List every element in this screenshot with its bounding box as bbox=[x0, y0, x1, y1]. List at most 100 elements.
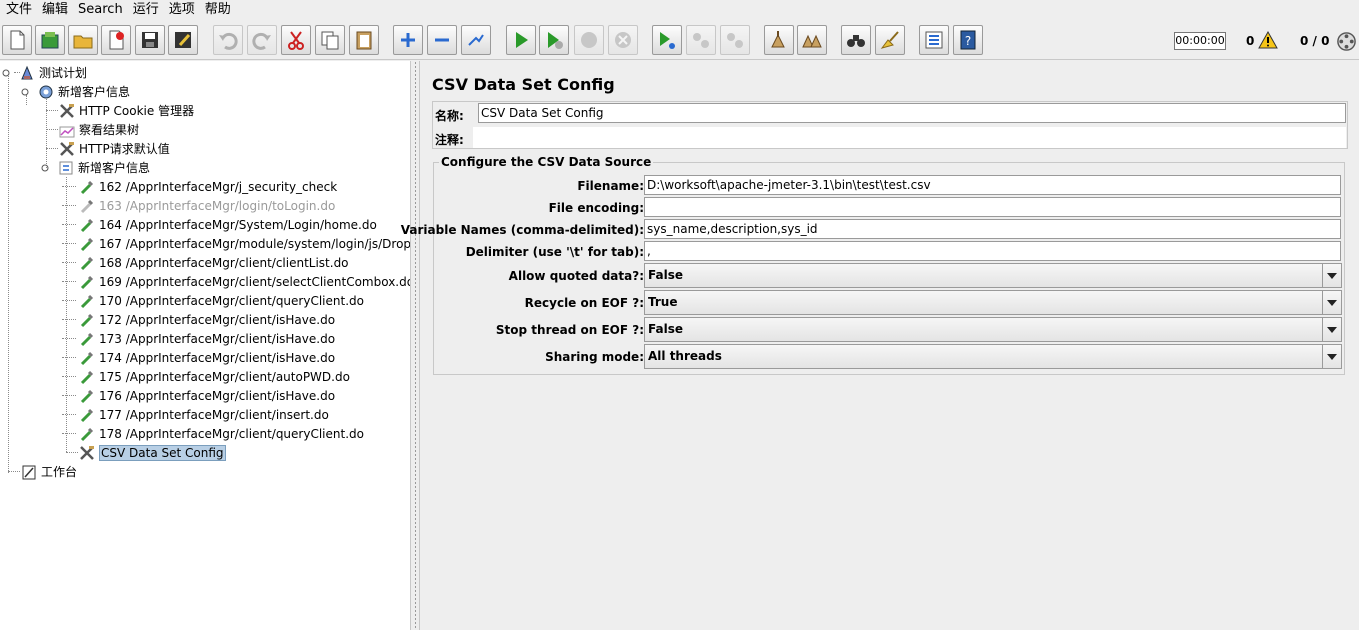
stop-thread-eof-select[interactable]: False bbox=[644, 317, 1342, 342]
paste-button[interactable] bbox=[349, 25, 379, 55]
allow-quoted-select[interactable]: False bbox=[644, 263, 1342, 288]
stop-button[interactable] bbox=[574, 25, 604, 55]
search-button[interactable] bbox=[841, 25, 871, 55]
play-icon bbox=[516, 32, 528, 48]
plus-icon bbox=[401, 33, 415, 47]
remote-shutdown-button[interactable] bbox=[720, 25, 750, 55]
undo-button[interactable] bbox=[213, 25, 243, 55]
start-no-pauses-button[interactable] bbox=[539, 25, 569, 55]
close-file-icon bbox=[109, 30, 124, 50]
cut-button[interactable] bbox=[281, 25, 311, 55]
tools-icon bbox=[58, 102, 76, 120]
file-encoding-label: File encoding: bbox=[548, 201, 644, 215]
http-sampler-pipette-icon bbox=[78, 178, 96, 196]
minus-icon bbox=[435, 38, 449, 42]
menu-help[interactable]: 帮助 bbox=[201, 0, 237, 20]
remote-shutdown-icon bbox=[727, 33, 743, 48]
variable-names-input[interactable]: sys_name,description,sys_id bbox=[644, 219, 1341, 239]
tools-icon bbox=[58, 140, 76, 158]
copy-button[interactable] bbox=[315, 25, 345, 55]
chevron-down-icon[interactable] bbox=[1322, 345, 1341, 368]
tree-node-sampler[interactable]: 175 /ApprInterfaceMgr/client/autoPWD.do bbox=[78, 367, 350, 386]
comment-field[interactable] bbox=[473, 127, 1346, 148]
http-sampler-pipette-icon bbox=[78, 197, 96, 215]
http-sampler-pipette-icon bbox=[78, 273, 96, 291]
csv-config-panel: CSV Data Set Config 名称: CSV Data Set Con… bbox=[401, 61, 1359, 630]
collapse-handle-icon[interactable] bbox=[41, 164, 49, 172]
collapse-button[interactable] bbox=[427, 25, 457, 55]
menu-search[interactable]: Search bbox=[74, 0, 129, 20]
remote-start-button[interactable] bbox=[652, 25, 682, 55]
tree-node-sampler[interactable]: 170 /ApprInterfaceMgr/client/queryClient… bbox=[78, 291, 364, 310]
test-plan-tree[interactable]: 测试计划 新增客户信息 HTTP Cookie 管理器 察看结果树 HTTP请求… bbox=[0, 61, 410, 630]
delimiter-input[interactable]: , bbox=[644, 241, 1341, 261]
delimiter-label: Delimiter (use '\t' for tab): bbox=[465, 245, 644, 259]
toggle-button[interactable] bbox=[461, 25, 491, 55]
clear-all-button[interactable] bbox=[797, 25, 827, 55]
chevron-down-icon[interactable] bbox=[1322, 291, 1341, 314]
http-sampler-pipette-icon bbox=[78, 406, 96, 424]
sweep-icon bbox=[880, 31, 899, 49]
tree-node-sampler[interactable]: 176 /ApprInterfaceMgr/client/isHave.do bbox=[78, 386, 335, 405]
start-button[interactable] bbox=[506, 25, 536, 55]
tree-node-sampler[interactable]: 178 /ApprInterfaceMgr/client/queryClient… bbox=[78, 424, 364, 443]
chevron-down-icon[interactable] bbox=[1322, 318, 1341, 341]
comment-label: 注释: bbox=[435, 133, 464, 147]
http-sampler-pipette-icon bbox=[78, 216, 96, 234]
tree-node-sampler[interactable]: 174 /ApprInterfaceMgr/client/isHave.do bbox=[78, 348, 335, 367]
filename-input[interactable]: D:\worksoft\apache-jmeter-3.1\bin\test\t… bbox=[644, 175, 1341, 195]
name-field[interactable]: CSV Data Set Config bbox=[478, 103, 1346, 123]
remote-stop-button[interactable] bbox=[686, 25, 716, 55]
sharing-mode-select[interactable]: All threads bbox=[644, 344, 1342, 369]
clear-button[interactable] bbox=[764, 25, 794, 55]
menu-edit[interactable]: 编辑 bbox=[38, 0, 74, 20]
save-button[interactable] bbox=[135, 25, 165, 55]
reset-search-button[interactable] bbox=[875, 25, 905, 55]
tree-node-sampler[interactable]: 169 /ApprInterfaceMgr/client/selectClien… bbox=[78, 272, 410, 291]
redo-button[interactable] bbox=[247, 25, 277, 55]
tree-node-sampler[interactable]: 164 /ApprInterfaceMgr/System/Login/home.… bbox=[78, 215, 377, 234]
collapse-handle-icon[interactable] bbox=[2, 69, 10, 77]
tree-node-view-results-tree[interactable]: 察看结果树 bbox=[58, 120, 139, 139]
close-button[interactable] bbox=[101, 25, 131, 55]
tree-node-cookie-manager[interactable]: HTTP Cookie 管理器 bbox=[58, 101, 194, 120]
variable-names-label: Variable Names (comma-delimited): bbox=[400, 223, 644, 237]
tree-node-sampler[interactable]: 177 /ApprInterfaceMgr/client/insert.do bbox=[78, 405, 329, 424]
expand-button[interactable] bbox=[393, 25, 423, 55]
tree-node-workbench[interactable]: 工作台 bbox=[20, 462, 77, 481]
function-helper-button[interactable] bbox=[919, 25, 949, 55]
file-encoding-input[interactable] bbox=[644, 197, 1341, 217]
help-button[interactable]: ? bbox=[953, 25, 983, 55]
warning-count: 0 bbox=[1246, 34, 1255, 48]
tree-node-csv-data-set-config[interactable]: CSV Data Set Config bbox=[78, 443, 226, 462]
shutdown-button[interactable] bbox=[608, 25, 638, 55]
list-icon bbox=[925, 31, 943, 49]
http-sampler-pipette-icon bbox=[78, 425, 96, 443]
tree-node-sampler[interactable]: 168 /ApprInterfaceMgr/client/clientList.… bbox=[78, 253, 349, 272]
tree-node-thread-group[interactable]: 新增客户信息 bbox=[21, 82, 130, 101]
tree-node-sampler[interactable]: 167 /ApprInterfaceMgr/module/system/logi… bbox=[78, 234, 410, 253]
split-pane-divider[interactable] bbox=[410, 61, 420, 630]
svg-text:?: ? bbox=[965, 34, 971, 48]
tree-node-sampler[interactable]: 173 /ApprInterfaceMgr/client/isHave.do bbox=[78, 329, 335, 348]
recycle-eof-select[interactable]: True bbox=[644, 290, 1342, 315]
save-as-button[interactable] bbox=[168, 25, 198, 55]
collapse-handle-icon[interactable] bbox=[21, 88, 29, 96]
tree-node-test-plan[interactable]: 测试计划 bbox=[2, 63, 87, 82]
tree-node-sampler[interactable]: 163 /ApprInterfaceMgr/login/toLogin.do bbox=[78, 196, 335, 215]
tree-node-http-defaults[interactable]: HTTP请求默认值 bbox=[58, 139, 170, 158]
controller-icon bbox=[57, 159, 75, 177]
tree-node-sampler[interactable]: 172 /ApprInterfaceMgr/client/isHave.do bbox=[78, 310, 335, 329]
open-button[interactable] bbox=[68, 25, 98, 55]
menu-file[interactable]: 文件 bbox=[2, 0, 38, 20]
templates-button[interactable] bbox=[35, 25, 65, 55]
new-button[interactable] bbox=[2, 25, 32, 55]
http-sampler-pipette-icon bbox=[78, 368, 96, 386]
tree-node-controller[interactable]: 新增客户信息 bbox=[41, 158, 150, 177]
menu-options[interactable]: 选项 bbox=[165, 0, 201, 20]
chevron-down-icon[interactable] bbox=[1322, 264, 1341, 287]
menu-run[interactable]: 运行 bbox=[129, 0, 165, 20]
tree-node-sampler[interactable]: 162 /ApprInterfaceMgr/j_security_check bbox=[78, 177, 337, 196]
warning-icon[interactable] bbox=[1258, 31, 1278, 49]
templates-icon bbox=[41, 32, 59, 49]
